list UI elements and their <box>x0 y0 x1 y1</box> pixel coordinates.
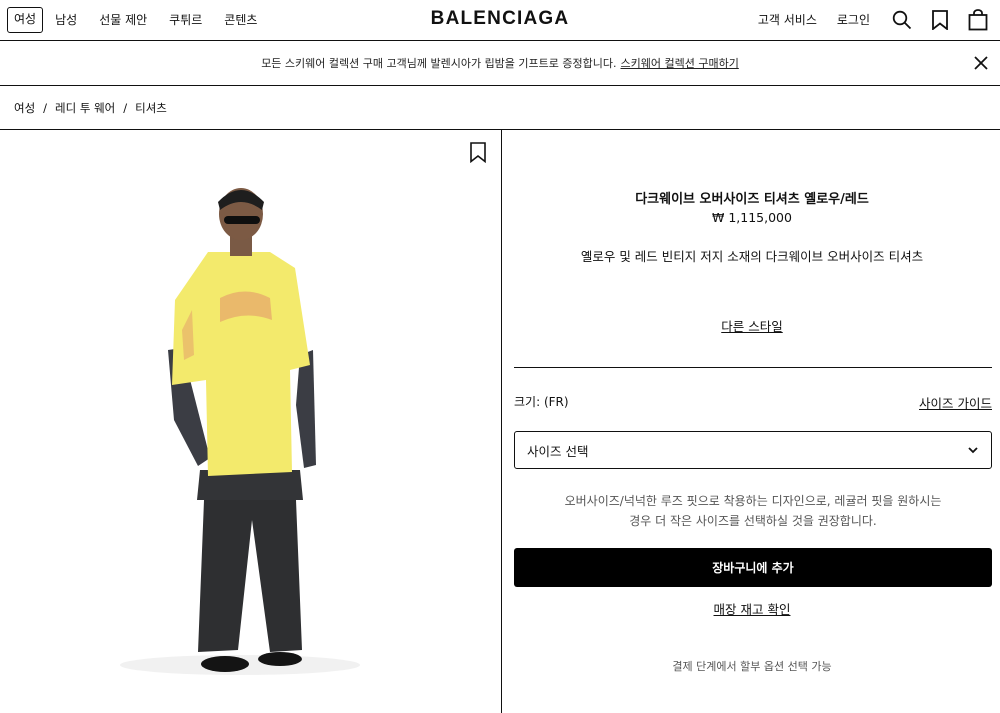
nav-couture[interactable]: 쿠튀르 <box>169 8 202 32</box>
brand-logo[interactable]: BALENCIAGA <box>431 8 570 29</box>
breadcrumb: 여성 / 레디 투 웨어 / 티셔츠 <box>14 100 167 116</box>
breadcrumb-ready-to-wear[interactable]: 레디 투 웨어 <box>55 100 115 116</box>
chevron-down-icon <box>968 447 978 454</box>
product-image-panel <box>0 130 501 713</box>
product-image <box>120 188 360 675</box>
size-select-dropdown[interactable]: 사이즈 선택 <box>514 431 992 469</box>
details-divider <box>514 367 992 368</box>
top-header: 여성 남성 선물 제안 쿠튀르 콘텐츠 BALENCIAGA 고객 서비스 로그… <box>0 0 1000 41</box>
breadcrumb-tshirts[interactable]: 티셔츠 <box>135 100 167 116</box>
shopping-bag-icon[interactable] <box>966 8 990 32</box>
nav-content[interactable]: 콘텐츠 <box>224 8 257 32</box>
size-select-value: 사이즈 선택 <box>527 443 589 459</box>
main-nav: 여성 남성 선물 제안 쿠튀르 콘텐츠 <box>7 7 279 33</box>
breadcrumb-women[interactable]: 여성 <box>14 100 35 116</box>
wishlist-bookmark-icon[interactable] <box>469 142 489 164</box>
fit-note: 오버사이즈/넉넉한 루즈 핏으로 착용하는 디자인으로, 레귤러 핏을 원하시는… <box>514 491 992 531</box>
size-label: 크기: (FR) <box>514 395 569 409</box>
product-price: ₩ 1,115,000 <box>712 210 792 225</box>
nav-women[interactable]: 여성 <box>7 7 44 33</box>
breadcrumb-separator: / <box>43 101 48 115</box>
close-icon[interactable] <box>972 54 990 72</box>
nav-men[interactable]: 남성 <box>55 8 77 32</box>
nav-gifts[interactable]: 선물 제안 <box>99 8 147 32</box>
store-stock-link[interactable]: 매장 재고 확인 <box>502 599 1000 618</box>
fit-note-line-1: 오버사이즈/넉넉한 루즈 핏으로 착용하는 디자인으로, 레귤러 핏을 원하시는 <box>564 494 942 508</box>
product-description: 옐로우 및 레드 빈티지 저지 소재의 다크웨이브 오버사이즈 티셔츠 <box>580 249 924 264</box>
login-link[interactable]: 로그인 <box>837 8 870 32</box>
product-title: 다크웨이브 오버사이즈 티셔츠 옐로우/레드 <box>635 192 869 207</box>
search-icon[interactable] <box>890 8 914 32</box>
customer-service-link[interactable]: 고객 서비스 <box>758 8 817 32</box>
add-to-cart-button[interactable]: 장바구니에 추가 <box>514 548 992 587</box>
breadcrumb-separator: / <box>123 101 128 115</box>
product-details: 다크웨이브 오버사이즈 티셔츠 옐로우/레드 ₩ 1,115,000 옐로우 및… <box>502 130 1000 713</box>
promo-text: 모든 스키웨어 컬렉션 구매 고객님께 발렌시아가 립밤을 기프트로 증정합니다… <box>261 57 617 70</box>
promo-link[interactable]: 스키웨어 컬렉션 구매하기 <box>621 55 739 71</box>
bookmark-icon[interactable] <box>928 8 952 32</box>
fit-note-line-2: 경우 더 작은 사이즈를 선택하실 것을 권장합니다. <box>629 514 877 528</box>
payment-note: 결제 단계에서 할부 옵션 선택 가능 <box>672 660 832 673</box>
size-guide-link[interactable]: 사이즈 가이드 <box>919 393 992 412</box>
promo-banner: 모든 스키웨어 컬렉션 구매 고객님께 발렌시아가 립밤을 기프트로 증정합니다… <box>0 41 1000 86</box>
other-styles-link[interactable]: 다른 스타일 <box>502 316 1000 335</box>
utility-nav: 고객 서비스 로그인 <box>758 8 990 32</box>
